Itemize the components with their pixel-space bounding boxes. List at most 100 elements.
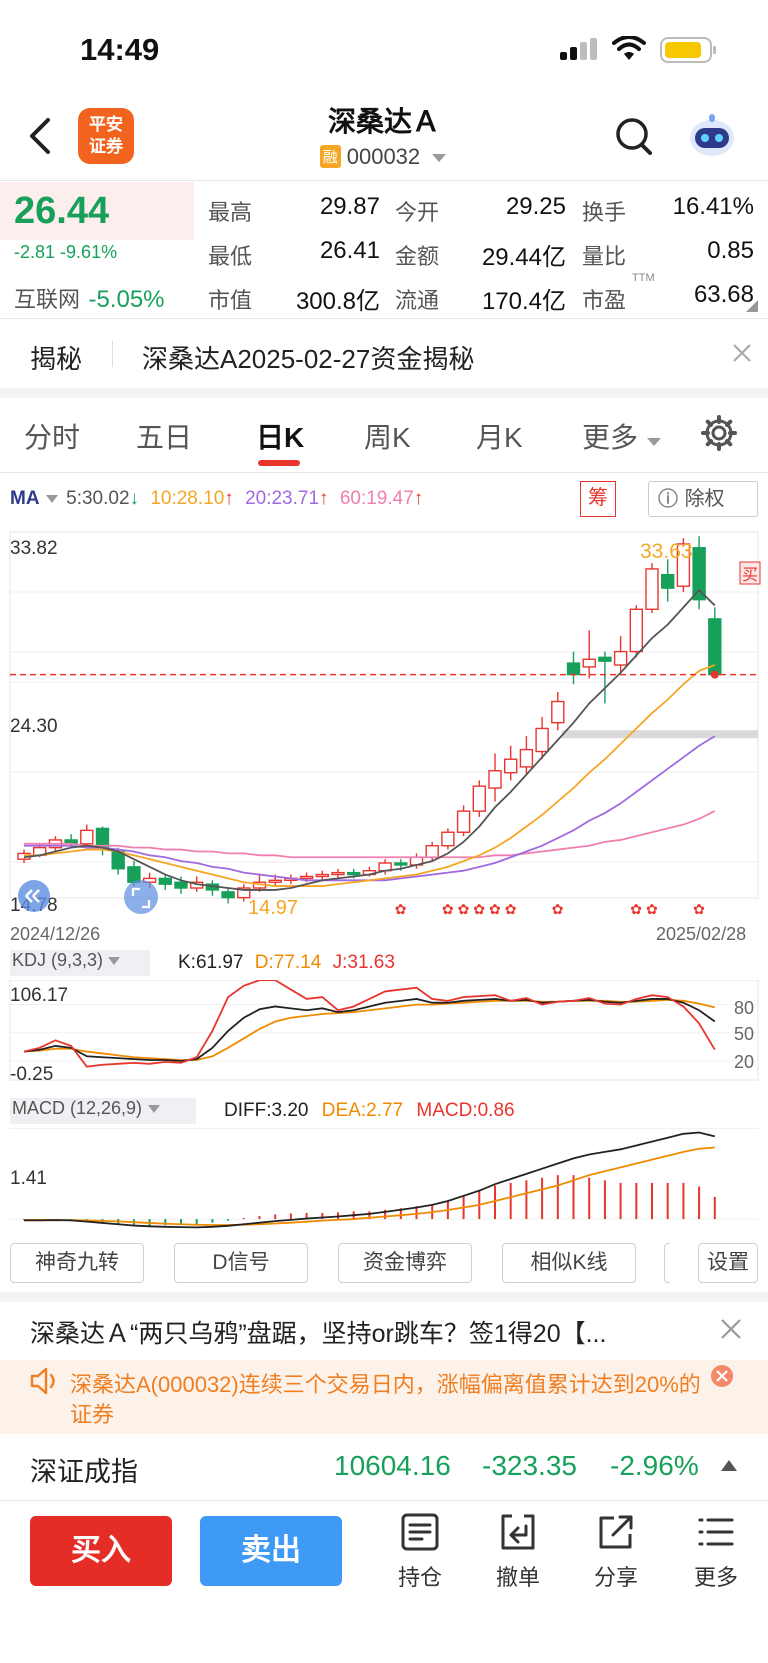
status-bar: 14:49 (0, 0, 768, 96)
dropdown-triangle-icon (108, 957, 121, 965)
macd-grid (10, 1128, 758, 1220)
close-circle-icon[interactable] (710, 1364, 734, 1388)
kdj-d-value: D:77.14 (254, 952, 322, 973)
field-label: 今开 (395, 200, 440, 225)
search-icon[interactable] (614, 116, 654, 158)
field-value: 29.25 (505, 193, 566, 220)
reveal-row[interactable]: 揭秘 深桑达A2025-02-27资金揭秘 (0, 319, 768, 387)
tab-daily-k[interactable]: 日K (256, 416, 304, 456)
sector-row[interactable]: 互联网 -5.05% (14, 282, 165, 314)
kline-candles (17, 536, 722, 904)
cancel-order-icon (501, 1514, 535, 1550)
signal-marker: ✿ (505, 901, 517, 917)
ma-legend[interactable]: MA 5:30.02↓ 10:28.10↑ 20:23.71↑ 60:19.47… (10, 488, 423, 510)
macd-diff-line (24, 1131, 716, 1229)
candle-body (551, 700, 565, 724)
sector-change: -5.05% (88, 286, 165, 313)
tab-five-day[interactable]: 五日 (136, 416, 192, 456)
candle-body (331, 871, 345, 876)
macd-lines (24, 1131, 716, 1229)
candle-body (472, 785, 486, 812)
tab-intraday[interactable]: 分时 (24, 416, 80, 456)
news-row[interactable]: 深桑达Ａ“两只乌鸦”盘踞，坚持or跳车？签1得20【... (0, 1302, 768, 1358)
robot-assistant-icon[interactable] (686, 112, 738, 160)
risk-alert[interactable]: 深桑达A(000032)连续三个交易日内，涨幅偏离值累计达到20%的证券 (0, 1360, 768, 1434)
candle-body (566, 662, 581, 676)
buy-button[interactable]: 买入 (30, 1516, 172, 1586)
candle-body (535, 727, 549, 753)
field-label: 量比 (582, 244, 627, 269)
macd-y-top-label: 1.41 (10, 1168, 47, 1189)
candle-body (80, 829, 94, 845)
tool-magic-nine[interactable]: 神奇九转 (10, 1243, 144, 1283)
expand-up-triangle-icon[interactable] (720, 1458, 738, 1472)
up-arrow-icon: ↑ (224, 488, 234, 509)
tab-more[interactable]: 更多 (582, 416, 662, 456)
nav-positions-label: 持仓 (397, 1565, 442, 1590)
tab-weekly-k[interactable]: 周K (364, 416, 411, 456)
candle-body (221, 891, 235, 899)
ma60-value: 60:19.47 (339, 488, 414, 509)
nav-positions[interactable]: 持仓 (380, 1512, 460, 1596)
nav-share[interactable]: 分享 (576, 1512, 656, 1596)
macd-selector[interactable]: MACD (12,26,9) (10, 1098, 196, 1124)
kdj-y-bottom-label: -0.25 (10, 1064, 53, 1085)
dropdown-triangle-icon (45, 495, 58, 503)
tab-monthly-k[interactable]: 月K (476, 416, 523, 456)
kdj-chart[interactable]: 106.17 -0.25 80 50 20 (0, 980, 768, 1085)
chip-distribution-button[interactable]: 筹 (580, 481, 616, 517)
change-amount: -2.81 (14, 242, 56, 262)
date-end-label: 2025/02/28 (656, 924, 746, 944)
section-gap (0, 388, 768, 398)
macd-chart[interactable]: 1.41 (0, 1128, 768, 1233)
ma10-value: 10:28.10 (150, 488, 225, 509)
ma20-value: 20:23.71 (245, 488, 320, 509)
kdj-d-line (23, 998, 716, 1061)
kline-chart[interactable]: ✿✿✿✿✿✿✿✿✿✿ 33.82 24.30 14.78 33.63 14.97… (0, 530, 768, 945)
nav-more[interactable]: 更多 (676, 1512, 756, 1596)
y-axis-top-label: 33.82 (10, 538, 58, 559)
ex-rights-button[interactable]: 除权 (648, 481, 758, 517)
tool-similar-kline[interactable]: 相似K线 (502, 1243, 636, 1283)
tool-overflow[interactable] (664, 1243, 670, 1283)
ex-rights-label: 除权 (684, 488, 725, 510)
sell-button[interactable]: 卖出 (200, 1516, 342, 1586)
battery-icon (660, 37, 716, 63)
macd-label: MACD (12,26,9) (12, 1098, 143, 1118)
wifi-icon (612, 36, 646, 60)
candle-body (315, 873, 329, 878)
more-menu-icon (698, 1518, 734, 1546)
close-icon[interactable] (720, 1318, 742, 1340)
tool-fund-game[interactable]: 资金博弈 (338, 1243, 472, 1283)
candle-body (268, 879, 282, 883)
field-label: 最低 (208, 244, 253, 269)
ma5-line (23, 588, 716, 891)
signal-marker: ✿ (442, 901, 454, 917)
stock-code: 000032 (346, 144, 421, 169)
settings-gear-icon[interactable] (700, 414, 738, 452)
tool-d-signal[interactable]: D信号 (174, 1243, 308, 1283)
dropdown-triangle-icon (432, 154, 447, 162)
fullscreen-icon[interactable] (124, 880, 158, 914)
news-headline: 深桑达Ａ“两只乌鸦”盘踞，坚持or跳车？签1得20【... (30, 1320, 607, 1348)
field-value: 16.41% (672, 193, 754, 220)
field-label: 换手 (582, 200, 627, 225)
candle-body (174, 881, 188, 889)
expand-corner-icon[interactable] (746, 300, 758, 312)
kdj-selector[interactable]: KDJ (9,3,3) (10, 950, 150, 976)
nav-more-label: 更多 (693, 1565, 738, 1590)
index-change: -323.35 (482, 1450, 577, 1481)
candle-body (692, 547, 706, 601)
close-icon[interactable] (732, 343, 752, 363)
index-ticker[interactable]: 深证成指 10604.16 -323.35 -2.96% (0, 1436, 768, 1500)
up-arrow-icon: ↑ (413, 488, 424, 509)
candle-body (95, 827, 110, 849)
signal-marker: ✿ (646, 901, 658, 917)
candle-body (645, 568, 659, 610)
macd-values: DIFF:3.20 DEA:2.77 MACD:0.86 (224, 1100, 515, 1122)
change-percent: -9.61% (60, 242, 118, 262)
buy-signal-mark: 买 (742, 566, 758, 584)
margin-badge: 融 (319, 145, 341, 168)
nav-cancel-order[interactable]: 撤单 (478, 1512, 558, 1596)
tool-settings[interactable]: 设置 (698, 1243, 758, 1283)
